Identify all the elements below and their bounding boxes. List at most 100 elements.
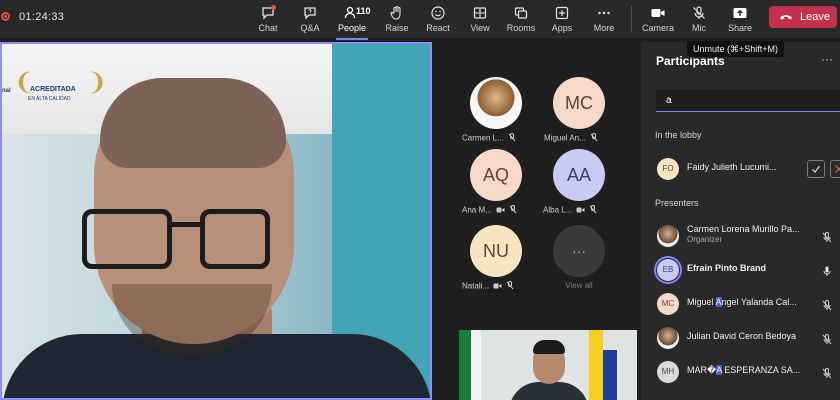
people-count: 110 — [356, 6, 371, 16]
toolbar-divider — [631, 6, 632, 32]
ellipsis-icon: ··· — [553, 225, 605, 277]
admit-button[interactable] — [807, 160, 825, 178]
mic-tooltip: Unmute (⌘+Shift+M) — [687, 41, 784, 57]
mic-off-icon — [822, 366, 832, 384]
hand-icon — [390, 5, 401, 20]
mic-off-icon — [822, 298, 832, 316]
mic-off-icon — [590, 133, 598, 144]
gallery-tile-name: Miguel An... — [544, 133, 640, 144]
camera-icon — [651, 9, 665, 17]
avatar — [657, 225, 679, 247]
people-button[interactable]: 110 People — [330, 4, 374, 40]
main-video-feed[interactable]: nal ❨ ACREDITADA EN ALTA CALIDAD ❩ — [0, 42, 432, 400]
raise-label: Raise — [385, 23, 409, 33]
gallery-tile[interactable]: Carmen L... — [457, 77, 527, 155]
participant-name: MAR�A ESPERANZA SA... — [687, 365, 801, 375]
participant-row[interactable]: EB Efrain Pinto Brand — [654, 256, 840, 284]
more-button[interactable]: More — [582, 4, 626, 36]
qa-icon — [304, 7, 316, 20]
qa-button[interactable]: Q&A — [288, 4, 332, 36]
flag-green — [459, 330, 471, 400]
camera-off-icon — [493, 282, 502, 292]
participant-search-input[interactable] — [656, 90, 840, 112]
laurel-right-icon: ❩ — [87, 69, 108, 96]
apps-button[interactable]: Apps — [540, 4, 584, 36]
react-label: React — [426, 23, 450, 33]
participant-row[interactable]: Carmen Lorena Murillo Pa... Organizer — [655, 224, 840, 249]
mini-person-body — [509, 382, 589, 400]
speaker-glasses-bridge — [168, 222, 202, 227]
participant-name: Faidy Julieth Lucumi... — [687, 162, 777, 172]
leave-label: Leave — [800, 11, 830, 23]
banner-quality: EN ALTA CALIDAD — [28, 96, 71, 102]
close-icon — [835, 165, 840, 173]
raise-button[interactable]: Raise — [375, 4, 419, 36]
view-button[interactable]: View — [458, 4, 502, 36]
mic-off-icon — [506, 281, 514, 292]
lobby-participant-row[interactable]: FO Faidy Julieth Lucumi... — [655, 158, 840, 182]
chat-label: Chat — [258, 23, 278, 33]
rooms-button[interactable]: Rooms — [499, 4, 543, 36]
check-icon — [812, 165, 821, 173]
camera-button[interactable]: Camera — [636, 4, 680, 36]
avatar: MC — [553, 77, 605, 129]
avatar: AQ — [470, 149, 522, 201]
participant-row[interactable]: MC Miguel Angel Yalanda Cal... — [655, 293, 840, 317]
chat-unread-dot — [271, 5, 276, 10]
banner-accreditation: ACREDITADA — [30, 86, 76, 93]
participant-row[interactable]: Julian David Ceron Bedoya — [655, 327, 840, 351]
view-all-button[interactable]: ··· View all — [540, 225, 610, 303]
gallery-tile[interactable]: NU Natali... — [457, 225, 527, 303]
participant-gallery: Carmen L... MC Miguel An... AQ Ana M... … — [432, 42, 641, 400]
share-label: Share — [727, 23, 753, 33]
participant-name: Carmen Lorena Murillo Pa... — [687, 224, 800, 234]
participants-more-button[interactable]: ··· — [821, 52, 833, 66]
participant-role: Organizer — [687, 235, 723, 244]
share-icon — [733, 8, 747, 18]
gallery-tile[interactable]: MC Miguel An... — [540, 77, 610, 155]
avatar: MH — [657, 361, 679, 383]
mic-off-icon — [589, 205, 597, 216]
gallery-tile[interactable]: AQ Ana M... — [457, 149, 527, 227]
participant-row[interactable]: MH MAR�A ESPERANZA SA... — [655, 361, 840, 385]
qa-label: Q&A — [300, 23, 320, 33]
flag-blue — [603, 350, 617, 400]
avatar: AA — [553, 149, 605, 201]
avatar: MC — [657, 293, 679, 315]
share-button[interactable]: Share — [718, 4, 762, 36]
presenters-heading: Presenters — [655, 198, 699, 208]
smile-icon — [431, 6, 445, 20]
mic-button[interactable]: Mic — [677, 4, 721, 36]
gallery-tile-name: Alba L... — [543, 205, 639, 216]
participant-name: Efrain Pinto Brand — [687, 263, 767, 273]
speaker-hair — [100, 78, 286, 168]
avatar: FO — [657, 158, 679, 180]
rooms-icon — [514, 7, 528, 19]
mini-person-hair — [533, 340, 565, 354]
mic-label: Mic — [692, 23, 706, 33]
banner-text-partial: nal — [2, 88, 11, 94]
ellipsis-icon — [598, 11, 610, 15]
avatar — [657, 327, 679, 349]
camera-off-icon — [576, 206, 585, 216]
recording-icon — [1, 12, 10, 21]
mic-off-icon — [822, 230, 832, 248]
lobby-heading: In the lobby — [655, 130, 702, 140]
deny-button[interactable] — [830, 160, 840, 178]
apps-icon — [555, 6, 569, 20]
flag-white — [471, 330, 481, 400]
gallery-tile[interactable]: AA Alba L... — [540, 149, 610, 227]
leave-button[interactable]: Leave — [769, 6, 837, 28]
participant-name: Miguel Angel Yalanda Cal... — [687, 297, 797, 307]
mic-off-icon — [693, 6, 705, 19]
react-button[interactable]: React — [416, 4, 460, 36]
mic-off-icon — [822, 332, 832, 350]
mic-off-icon — [508, 133, 516, 144]
view-label: View — [470, 23, 490, 33]
self-video-preview[interactable] — [459, 330, 637, 400]
view-all-label: View all — [565, 281, 593, 290]
participants-panel: Participants ··· In the lobby FO Faidy J… — [641, 42, 840, 400]
rooms-label: Rooms — [506, 23, 536, 33]
chat-button[interactable]: Chat — [246, 4, 290, 36]
flag-yellow — [589, 330, 603, 400]
